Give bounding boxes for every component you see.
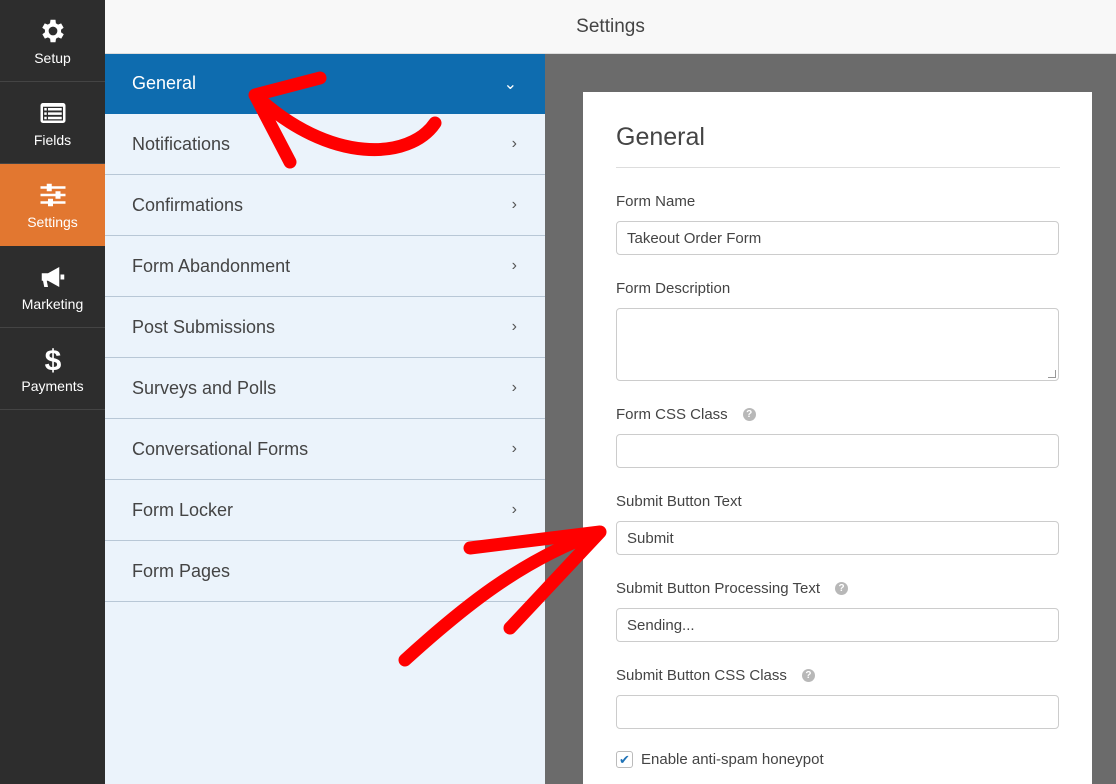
dollar-icon: $ <box>44 344 61 374</box>
menu-item-label: Form Pages <box>132 560 231 581</box>
chevron-right-icon: › <box>511 379 517 396</box>
menu-item-label: Surveys and Polls <box>132 377 277 398</box>
honeypot-checkbox[interactable]: ✔ <box>616 751 633 768</box>
menu-item-general[interactable]: General ⌄ <box>105 54 545 114</box>
field-label: Submit Button CSS Class <box>616 667 787 684</box>
chevron-right-icon: › <box>511 318 517 335</box>
form-css-class-field: Form CSS Class? <box>616 406 1060 468</box>
page-title: Settings <box>576 15 645 37</box>
field-label: Form Name <box>616 193 696 210</box>
sidebar-item-label: Settings <box>27 213 78 230</box>
top-header: Settings <box>105 0 1116 54</box>
sidebar-item-payments[interactable]: $ Payments <box>0 328 105 410</box>
gear-icon <box>41 19 64 42</box>
resize-handle-icon[interactable] <box>1048 370 1056 378</box>
sidebar-item-fields[interactable]: Fields <box>0 82 105 164</box>
menu-item-form-locker[interactable]: Form Locker › <box>105 480 545 541</box>
menu-item-label: Form Abandonment <box>132 255 291 276</box>
help-icon[interactable]: ? <box>742 408 756 421</box>
sidebar-item-label: Setup <box>34 49 71 66</box>
form-name-input[interactable]: Takeout Order Form <box>616 221 1059 255</box>
submit-css-class-field: Submit Button CSS Class? <box>616 667 1060 729</box>
menu-item-label: Form Locker <box>132 499 234 520</box>
sidebar-item-label: Marketing <box>21 295 84 312</box>
submit-processing-text-field: Submit Button Processing Text? Sending..… <box>616 580 1060 642</box>
form-name-field: Form Name Takeout Order Form <box>616 193 1060 255</box>
menu-item-form-pages[interactable]: Form Pages › <box>105 541 545 602</box>
field-label: Submit Button Processing Text <box>616 580 820 597</box>
general-settings-panel: General Form Name Takeout Order Form For… <box>583 92 1092 784</box>
field-label: Form Description <box>616 280 731 297</box>
chevron-right-icon: › <box>511 135 517 152</box>
icon-sidebar: Setup Fields Settings Marketing $ Paymen… <box>0 0 105 784</box>
menu-item-conversational-forms[interactable]: Conversational Forms › <box>105 419 545 480</box>
svg-text:$: $ <box>44 344 61 374</box>
menu-item-label: General <box>132 73 197 93</box>
list-icon <box>40 102 65 123</box>
sliders-icon <box>40 183 65 206</box>
sidebar-item-settings[interactable]: Settings <box>0 164 105 246</box>
submit-css-class-input[interactable] <box>616 695 1059 729</box>
submit-button-text-field: Submit Button Text Submit <box>616 493 1060 555</box>
honeypot-option: ✔ Enable anti-spam honeypot <box>616 751 1060 768</box>
chevron-right-icon: › <box>511 440 517 457</box>
menu-item-label: Conversational Forms <box>132 438 309 459</box>
chevron-right-icon: › <box>511 196 517 213</box>
chevron-right-icon: › <box>511 501 517 518</box>
panel-title: General <box>616 123 1060 168</box>
input-value: Sending... <box>627 616 695 634</box>
chevron-down-icon: ⌄ <box>503 75 517 93</box>
menu-item-label: Post Submissions <box>132 316 276 337</box>
field-label: Form CSS Class <box>616 406 728 423</box>
menu-item-label: Notifications <box>132 133 231 154</box>
form-description-textarea[interactable] <box>616 308 1059 381</box>
chevron-right-icon: › <box>511 562 517 579</box>
menu-item-label: Confirmations <box>132 194 244 215</box>
input-value: Submit <box>627 529 674 547</box>
menu-item-form-abandonment[interactable]: Form Abandonment › <box>105 236 545 297</box>
form-css-class-input[interactable] <box>616 434 1059 468</box>
form-description-field: Form Description <box>616 280 1060 381</box>
chevron-right-icon: › <box>511 257 517 274</box>
sidebar-item-setup[interactable]: Setup <box>0 0 105 82</box>
submit-processing-text-input[interactable]: Sending... <box>616 608 1059 642</box>
field-label: Submit Button Text <box>616 493 742 510</box>
help-icon[interactable]: ? <box>801 669 815 682</box>
input-value: Takeout Order Form <box>627 229 762 247</box>
menu-item-confirmations[interactable]: Confirmations › <box>105 175 545 236</box>
megaphone-icon <box>41 266 64 287</box>
submit-button-text-input[interactable]: Submit <box>616 521 1059 555</box>
settings-menu: General ⌄ Notifications › Confirmations … <box>105 54 545 784</box>
sidebar-item-label: Fields <box>33 131 72 148</box>
menu-item-surveys-polls[interactable]: Surveys and Polls › <box>105 358 545 419</box>
sidebar-item-label: Payments <box>21 377 84 394</box>
menu-item-post-submissions[interactable]: Post Submissions › <box>105 297 545 358</box>
sidebar-item-marketing[interactable]: Marketing <box>0 246 105 328</box>
honeypot-label: Enable anti-spam honeypot <box>641 751 824 768</box>
help-icon[interactable]: ? <box>835 582 848 595</box>
menu-item-notifications[interactable]: Notifications › <box>105 114 545 175</box>
